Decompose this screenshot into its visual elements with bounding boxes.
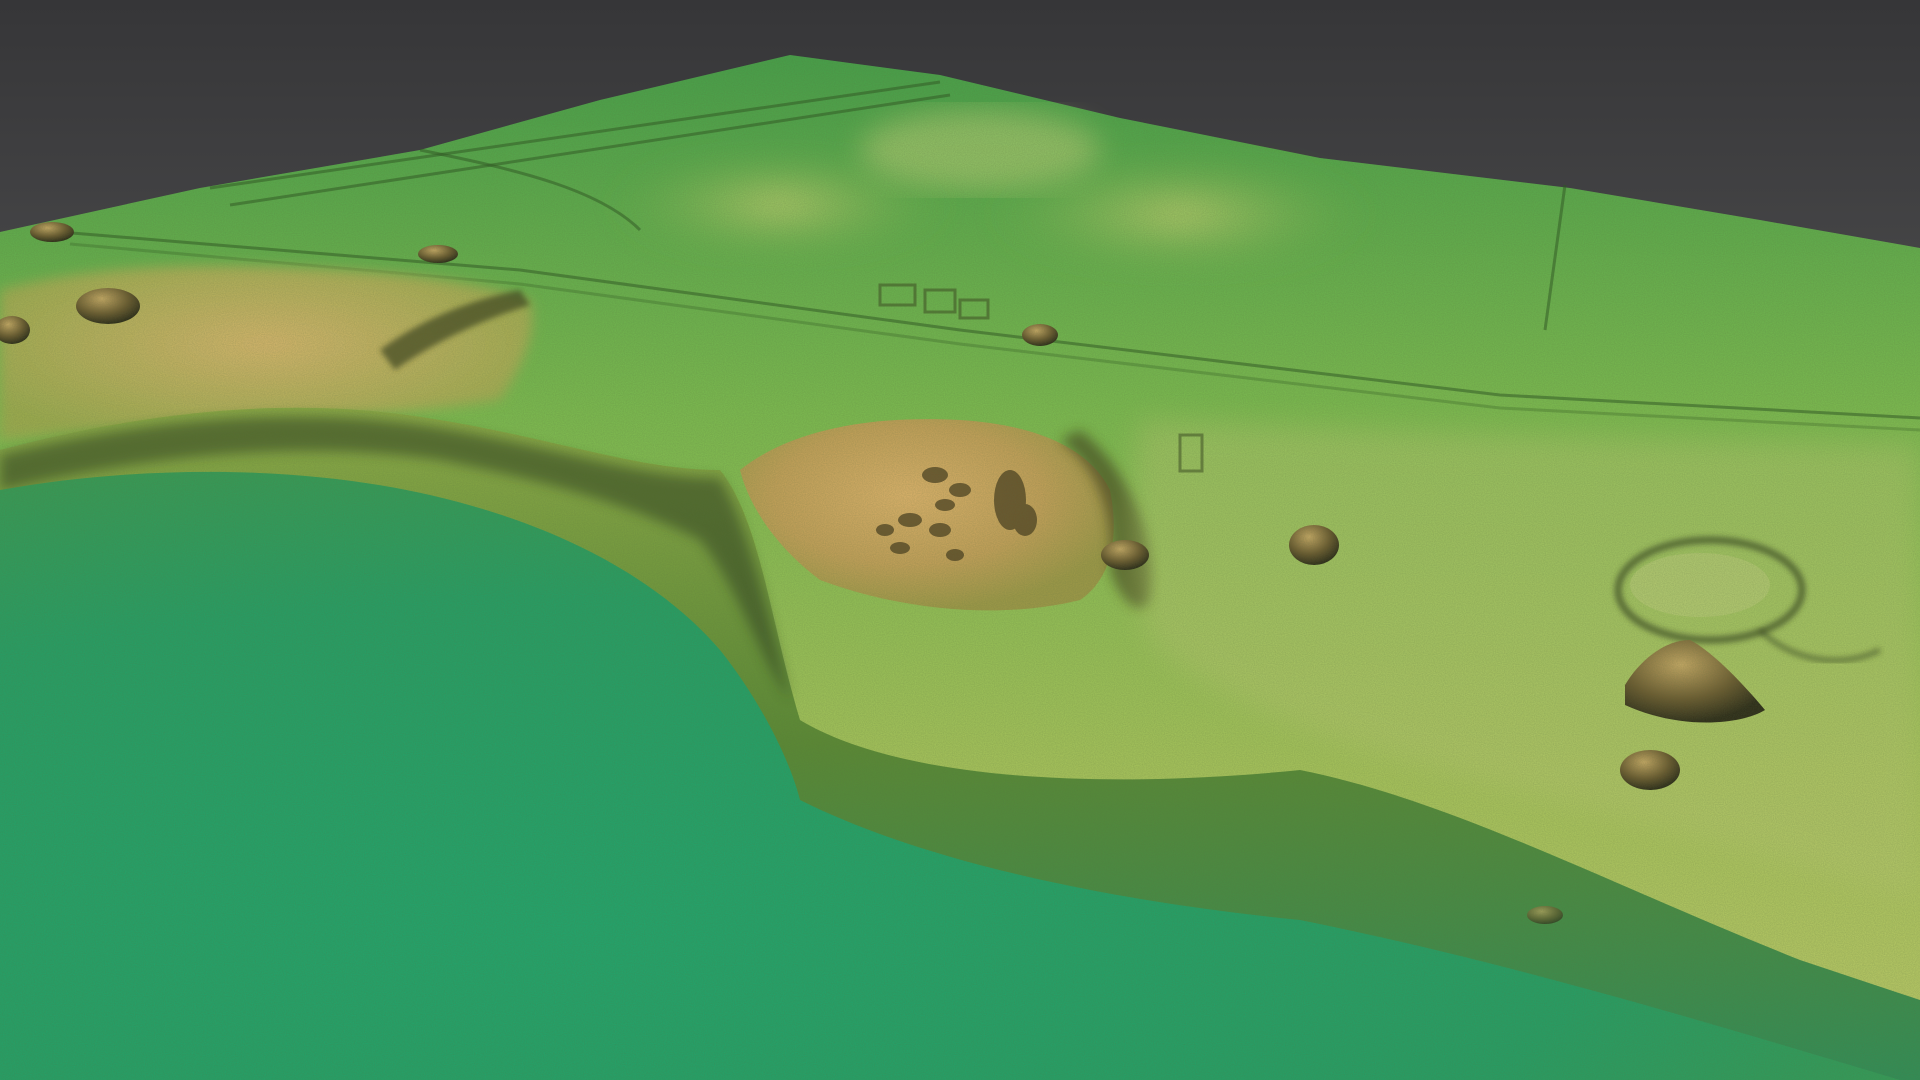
terrain-render [0,0,1920,1080]
